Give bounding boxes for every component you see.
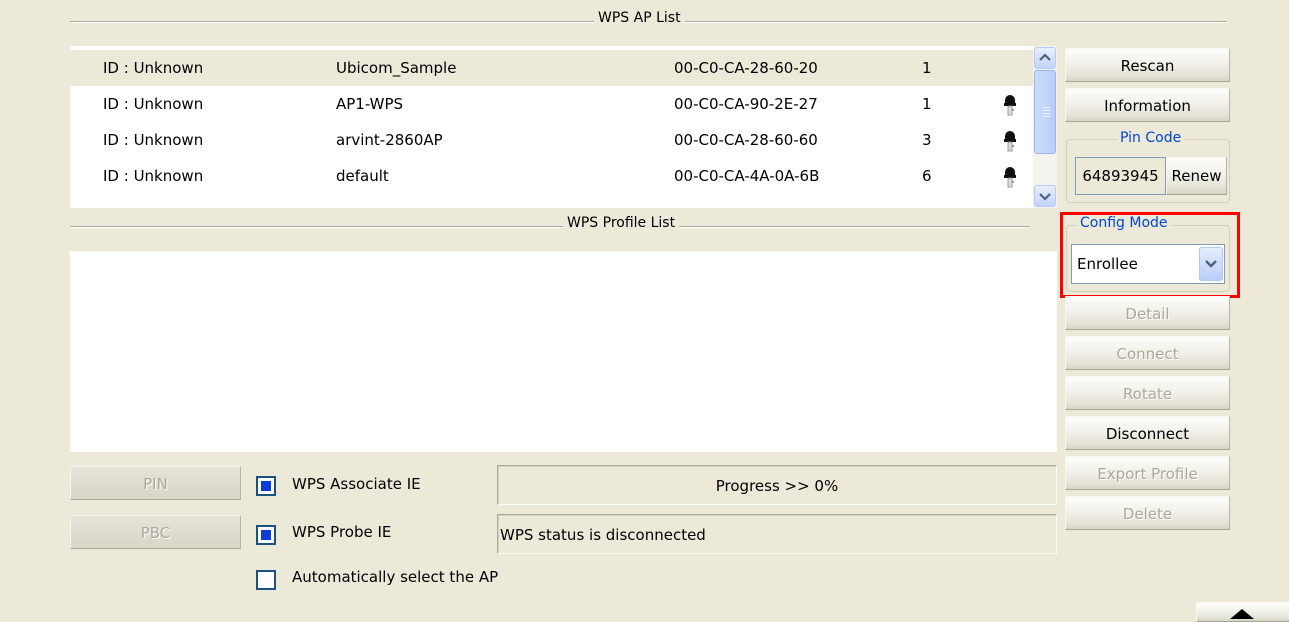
- profile-list[interactable]: [70, 251, 1057, 452]
- auto-select-ap-label: Automatically select the AP: [292, 568, 499, 586]
- ap-ssid: Ubicom_Sample: [336, 59, 457, 77]
- pin-code-value: 64893945: [1075, 157, 1166, 195]
- ap-id: ID : Unknown: [103, 131, 204, 149]
- connect-button[interactable]: Connect: [1065, 336, 1230, 370]
- config-mode-select[interactable]: Enrollee: [1071, 244, 1225, 284]
- key-icon: [1004, 95, 1016, 116]
- ap-bssid: 00-C0-CA-90-2E-27: [674, 95, 818, 113]
- wps-probe-ie-checkbox[interactable]: [256, 525, 276, 545]
- ap-bssid: 00-C0-CA-4A-0A-6B: [674, 167, 820, 185]
- scroll-down-button[interactable]: [1034, 185, 1056, 207]
- auto-select-ap-checkbox[interactable]: [256, 570, 276, 590]
- ap-channel: 3: [922, 131, 932, 149]
- ap-id: ID : Unknown: [103, 59, 204, 77]
- profile-list-title: WPS Profile List: [563, 215, 680, 231]
- scroll-up-button[interactable]: [1034, 47, 1056, 69]
- export-profile-button[interactable]: Export Profile: [1065, 456, 1230, 490]
- rescan-button[interactable]: Rescan: [1065, 48, 1230, 82]
- ap-channel: 6: [922, 167, 932, 185]
- ap-list[interactable]: ID : Unknown Ubicom_Sample 00-C0-CA-28-6…: [70, 46, 1033, 208]
- wps-associate-ie-label: WPS Associate IE: [292, 475, 421, 493]
- progress-field: Progress >> 0%: [497, 465, 1057, 505]
- collapse-button[interactable]: [1196, 602, 1289, 622]
- status-field: WPS status is disconnected: [497, 514, 1057, 554]
- ap-ssid: default: [336, 167, 389, 185]
- dropdown-button[interactable]: [1199, 247, 1223, 281]
- arrow-down-icon: [1039, 193, 1051, 201]
- information-button[interactable]: Information: [1065, 88, 1230, 122]
- ap-list-title: WPS AP List: [594, 10, 685, 26]
- ap-id: ID : Unknown: [103, 167, 204, 185]
- detail-button[interactable]: Detail: [1065, 296, 1230, 330]
- renew-button[interactable]: Renew: [1166, 157, 1227, 195]
- scroll-thumb[interactable]: [1034, 70, 1056, 154]
- ap-list-scrollbar[interactable]: [1033, 46, 1057, 208]
- arrow-up-icon: [1039, 53, 1051, 61]
- ap-list-row[interactable]: ID : Unknown arvint-2860AP 00-C0-CA-28-6…: [70, 122, 1033, 158]
- config-mode-value: Enrollee: [1077, 255, 1138, 273]
- pbc-button[interactable]: PBC: [70, 515, 241, 549]
- status-text: WPS status is disconnected: [500, 526, 706, 544]
- ap-channel: 1: [922, 59, 932, 77]
- ap-list-row[interactable]: ID : Unknown Ubicom_Sample 00-C0-CA-28-6…: [70, 50, 1033, 86]
- ap-list-row[interactable]: ID : Unknown AP1-WPS 00-C0-CA-90-2E-27 1: [70, 86, 1033, 122]
- ap-ssid: arvint-2860AP: [336, 131, 443, 149]
- disconnect-button[interactable]: Disconnect: [1065, 416, 1230, 450]
- delete-button[interactable]: Delete: [1065, 496, 1230, 530]
- triangle-up-icon: [1230, 609, 1254, 619]
- chevron-down-icon: [1205, 260, 1217, 268]
- ap-ssid: AP1-WPS: [336, 95, 404, 113]
- wps-probe-ie-label: WPS Probe IE: [292, 523, 392, 541]
- pin-code-title: Pin Code: [1117, 130, 1185, 146]
- progress-text: Progress >> 0%: [715, 477, 839, 495]
- config-mode-title: Config Mode: [1077, 215, 1171, 231]
- ap-bssid: 00-C0-CA-28-60-60: [674, 131, 818, 149]
- wps-associate-ie-checkbox[interactable]: [256, 476, 276, 496]
- key-icon: [1004, 131, 1016, 152]
- rotate-button[interactable]: Rotate: [1065, 376, 1230, 410]
- profile-list-divider: [70, 226, 1030, 228]
- ap-channel: 1: [922, 95, 932, 113]
- ap-id: ID : Unknown: [103, 95, 204, 113]
- ap-bssid: 00-C0-CA-28-60-20: [674, 59, 818, 77]
- pin-button[interactable]: PIN: [70, 466, 241, 500]
- key-icon: [1004, 167, 1016, 188]
- ap-list-row[interactable]: ID : Unknown default 00-C0-CA-4A-0A-6B 6: [70, 158, 1033, 194]
